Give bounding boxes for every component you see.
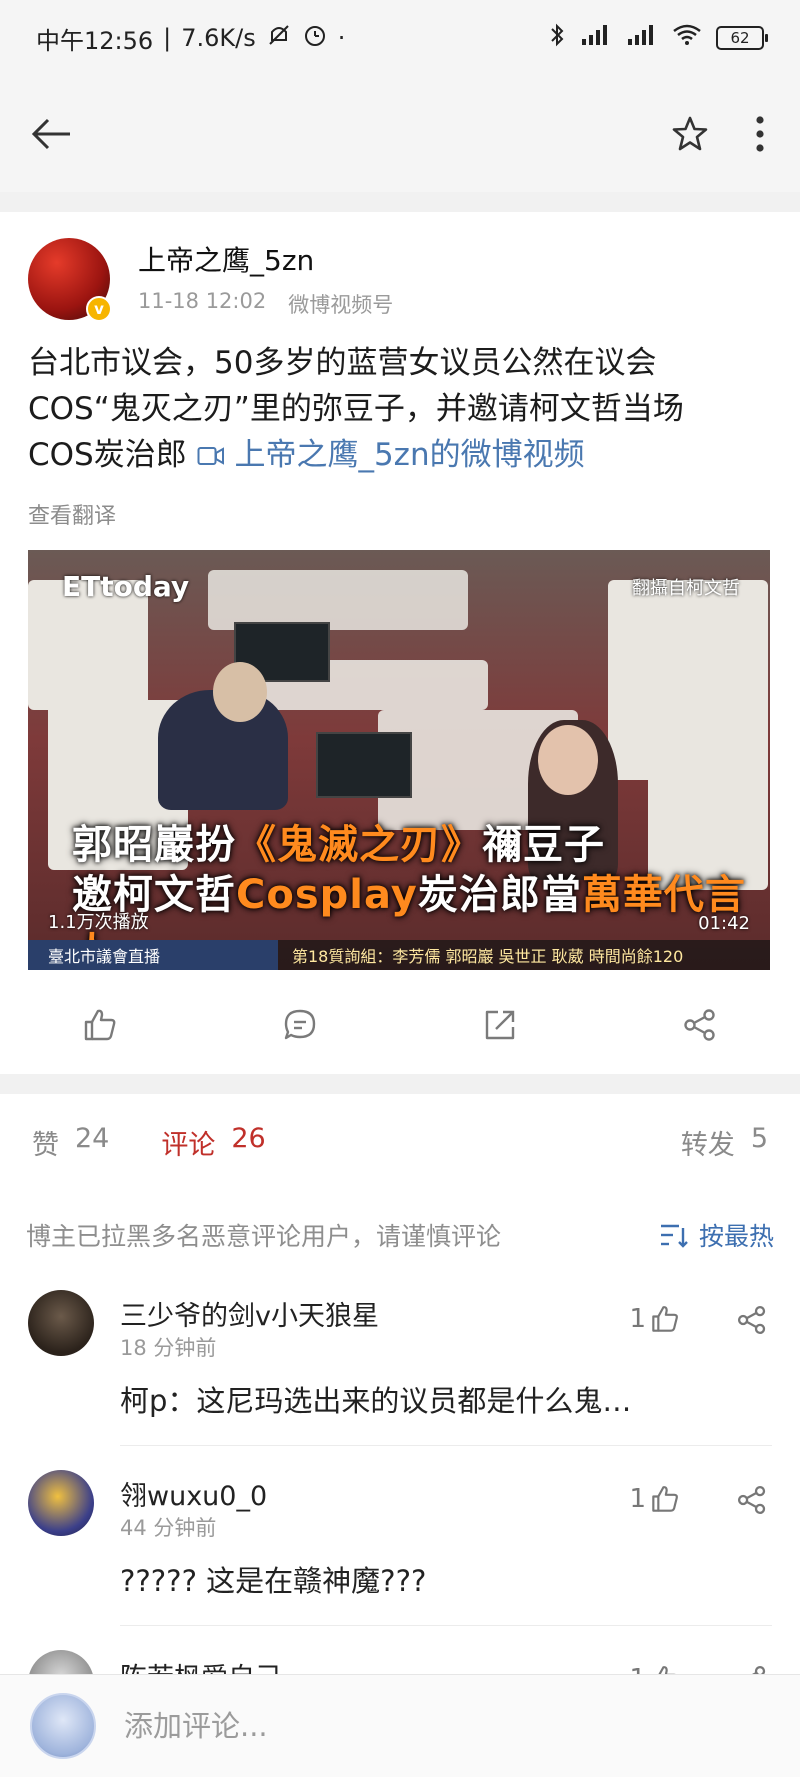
status-time: 中午12:56	[36, 26, 154, 55]
commenter-avatar[interactable]	[28, 1290, 94, 1356]
more-vertical-icon[interactable]	[754, 114, 766, 154]
wifi-icon	[672, 23, 702, 53]
author-name[interactable]: 上帝之鹰_5zn	[138, 239, 393, 279]
comment-time: 44 分钟前	[120, 1516, 217, 1540]
commenter-name[interactable]: 陈若枫爱自己	[120, 1656, 282, 1674]
video-player[interactable]: ETtoday 翻攝自柯文哲 郭昭巖扮《鬼滅之刃》禰豆子 邀柯文哲Cosplay…	[28, 550, 770, 970]
bluetooth-icon	[548, 22, 566, 54]
comment-divider	[120, 1625, 772, 1626]
battery-icon: 62	[716, 26, 768, 50]
comment-input[interactable]	[124, 1709, 770, 1743]
dot-icon: ·	[337, 24, 346, 52]
tab-reposts[interactable]: 转发 5	[681, 1123, 768, 1162]
comment-text: 柯p：这尼玛选出来的议员都是什么鬼…	[120, 1384, 632, 1418]
video-watermark: ETtoday	[62, 570, 190, 603]
author-row: v 上帝之鹰_5zn 11-18 12:02 微博视频号	[28, 238, 394, 322]
sort-icon	[660, 1224, 688, 1248]
mute-icon	[266, 22, 292, 54]
video-camera-icon	[197, 447, 224, 465]
tab-comments[interactable]: 评论 26	[161, 1123, 265, 1162]
comment-share-icon[interactable]	[736, 1664, 768, 1674]
alarm-icon	[302, 22, 328, 54]
tab-likes[interactable]: 赞 24	[32, 1123, 109, 1162]
video-duration: 01:42	[698, 913, 750, 934]
comment-like-button[interactable]: 1	[629, 1484, 680, 1514]
post-source: 微博视频号	[288, 293, 394, 317]
comment-composer	[0, 1674, 800, 1777]
post-action-row	[0, 990, 800, 1060]
comment-divider	[120, 1445, 772, 1446]
comment-notice-row: 博主已拉黑多名恶意评论用户，请谨慎评论 按最热	[0, 1210, 800, 1260]
commenter-name[interactable]: 翎wuxu0_0	[120, 1474, 267, 1513]
translate-link[interactable]: 查看翻译	[28, 498, 116, 530]
comment-item: 三少爷的剑v小天狼星 18 分钟前 柯p：这尼玛选出来的议员都是什么鬼… 1	[0, 1290, 800, 1470]
commenter-avatar[interactable]	[28, 1470, 94, 1536]
comment-like-button[interactable]: 1	[629, 1664, 680, 1674]
comment-share-icon[interactable]	[736, 1304, 768, 1340]
post-timestamp: 11-18 12:02	[138, 289, 267, 313]
video-credit: 翻攝自柯文哲	[632, 578, 740, 599]
video-link-label: 上帝之鹰_5zn的微博视频	[234, 437, 585, 473]
post-card: v 上帝之鹰_5zn 11-18 12:02 微博视频号 台北市议会，50多岁的…	[0, 212, 800, 1074]
back-arrow-icon[interactable]	[28, 114, 76, 154]
comments-section: 赞 24 评论 26 转发 5 博主已拉黑多名恶意评论用户，请谨慎评论 按最热 …	[0, 1094, 800, 1674]
video-view-count: 1.1万次播放	[48, 912, 149, 933]
video-ticker: 臺北市議會直播 第18質詢組：李芳儒 郭昭巖 吳世正 耿葳 時間尚餘120	[28, 940, 770, 970]
signal-icon-2	[626, 23, 658, 53]
author-avatar[interactable]: v	[28, 238, 112, 322]
comment-text: ????? 这是在赣神魔???	[120, 1564, 427, 1598]
verified-badge-icon: v	[86, 296, 112, 322]
commenter-avatar[interactable]	[28, 1650, 94, 1674]
thumb-up-icon	[652, 1306, 678, 1332]
like-icon[interactable]	[0, 990, 200, 1060]
repost-icon[interactable]	[400, 990, 600, 1060]
comment-item: 陈若枫爱自己 1	[0, 1650, 800, 1674]
signal-icon	[580, 23, 612, 53]
star-icon[interactable]	[670, 114, 710, 154]
network-speed: 7.6K/s	[181, 24, 256, 52]
comment-notice: 博主已拉黑多名恶意评论用户，请谨慎评论	[26, 1222, 502, 1251]
post-text: 台北市议会，50多岁的蓝营女议员公然在议会COS“鬼灭之刃”里的弥豆子，并邀请柯…	[28, 340, 748, 478]
comment-item: 翎wuxu0_0 44 分钟前 ????? 这是在赣神魔??? 1	[0, 1470, 800, 1650]
comment-share-icon[interactable]	[736, 1484, 768, 1520]
nav-bar	[0, 76, 800, 192]
stats-tabs: 赞 24 评论 26 转发 5	[0, 1094, 800, 1190]
comment-like-button[interactable]: 1	[629, 1304, 680, 1334]
sort-button[interactable]: 按最热	[659, 1217, 774, 1253]
comment-icon[interactable]	[200, 990, 400, 1060]
video-link[interactable]: 上帝之鹰_5zn的微博视频	[197, 437, 585, 473]
status-bar: 中午12:56 | 7.6K/s · 62	[0, 0, 800, 76]
thumb-up-icon	[658, 1666, 676, 1674]
thumb-up-icon	[652, 1486, 678, 1512]
commenter-name[interactable]: 三少爷的剑v小天狼星	[120, 1294, 379, 1333]
my-avatar[interactable]	[30, 1693, 96, 1759]
comment-time: 18 分钟前	[120, 1336, 217, 1360]
share-icon[interactable]	[600, 990, 800, 1060]
